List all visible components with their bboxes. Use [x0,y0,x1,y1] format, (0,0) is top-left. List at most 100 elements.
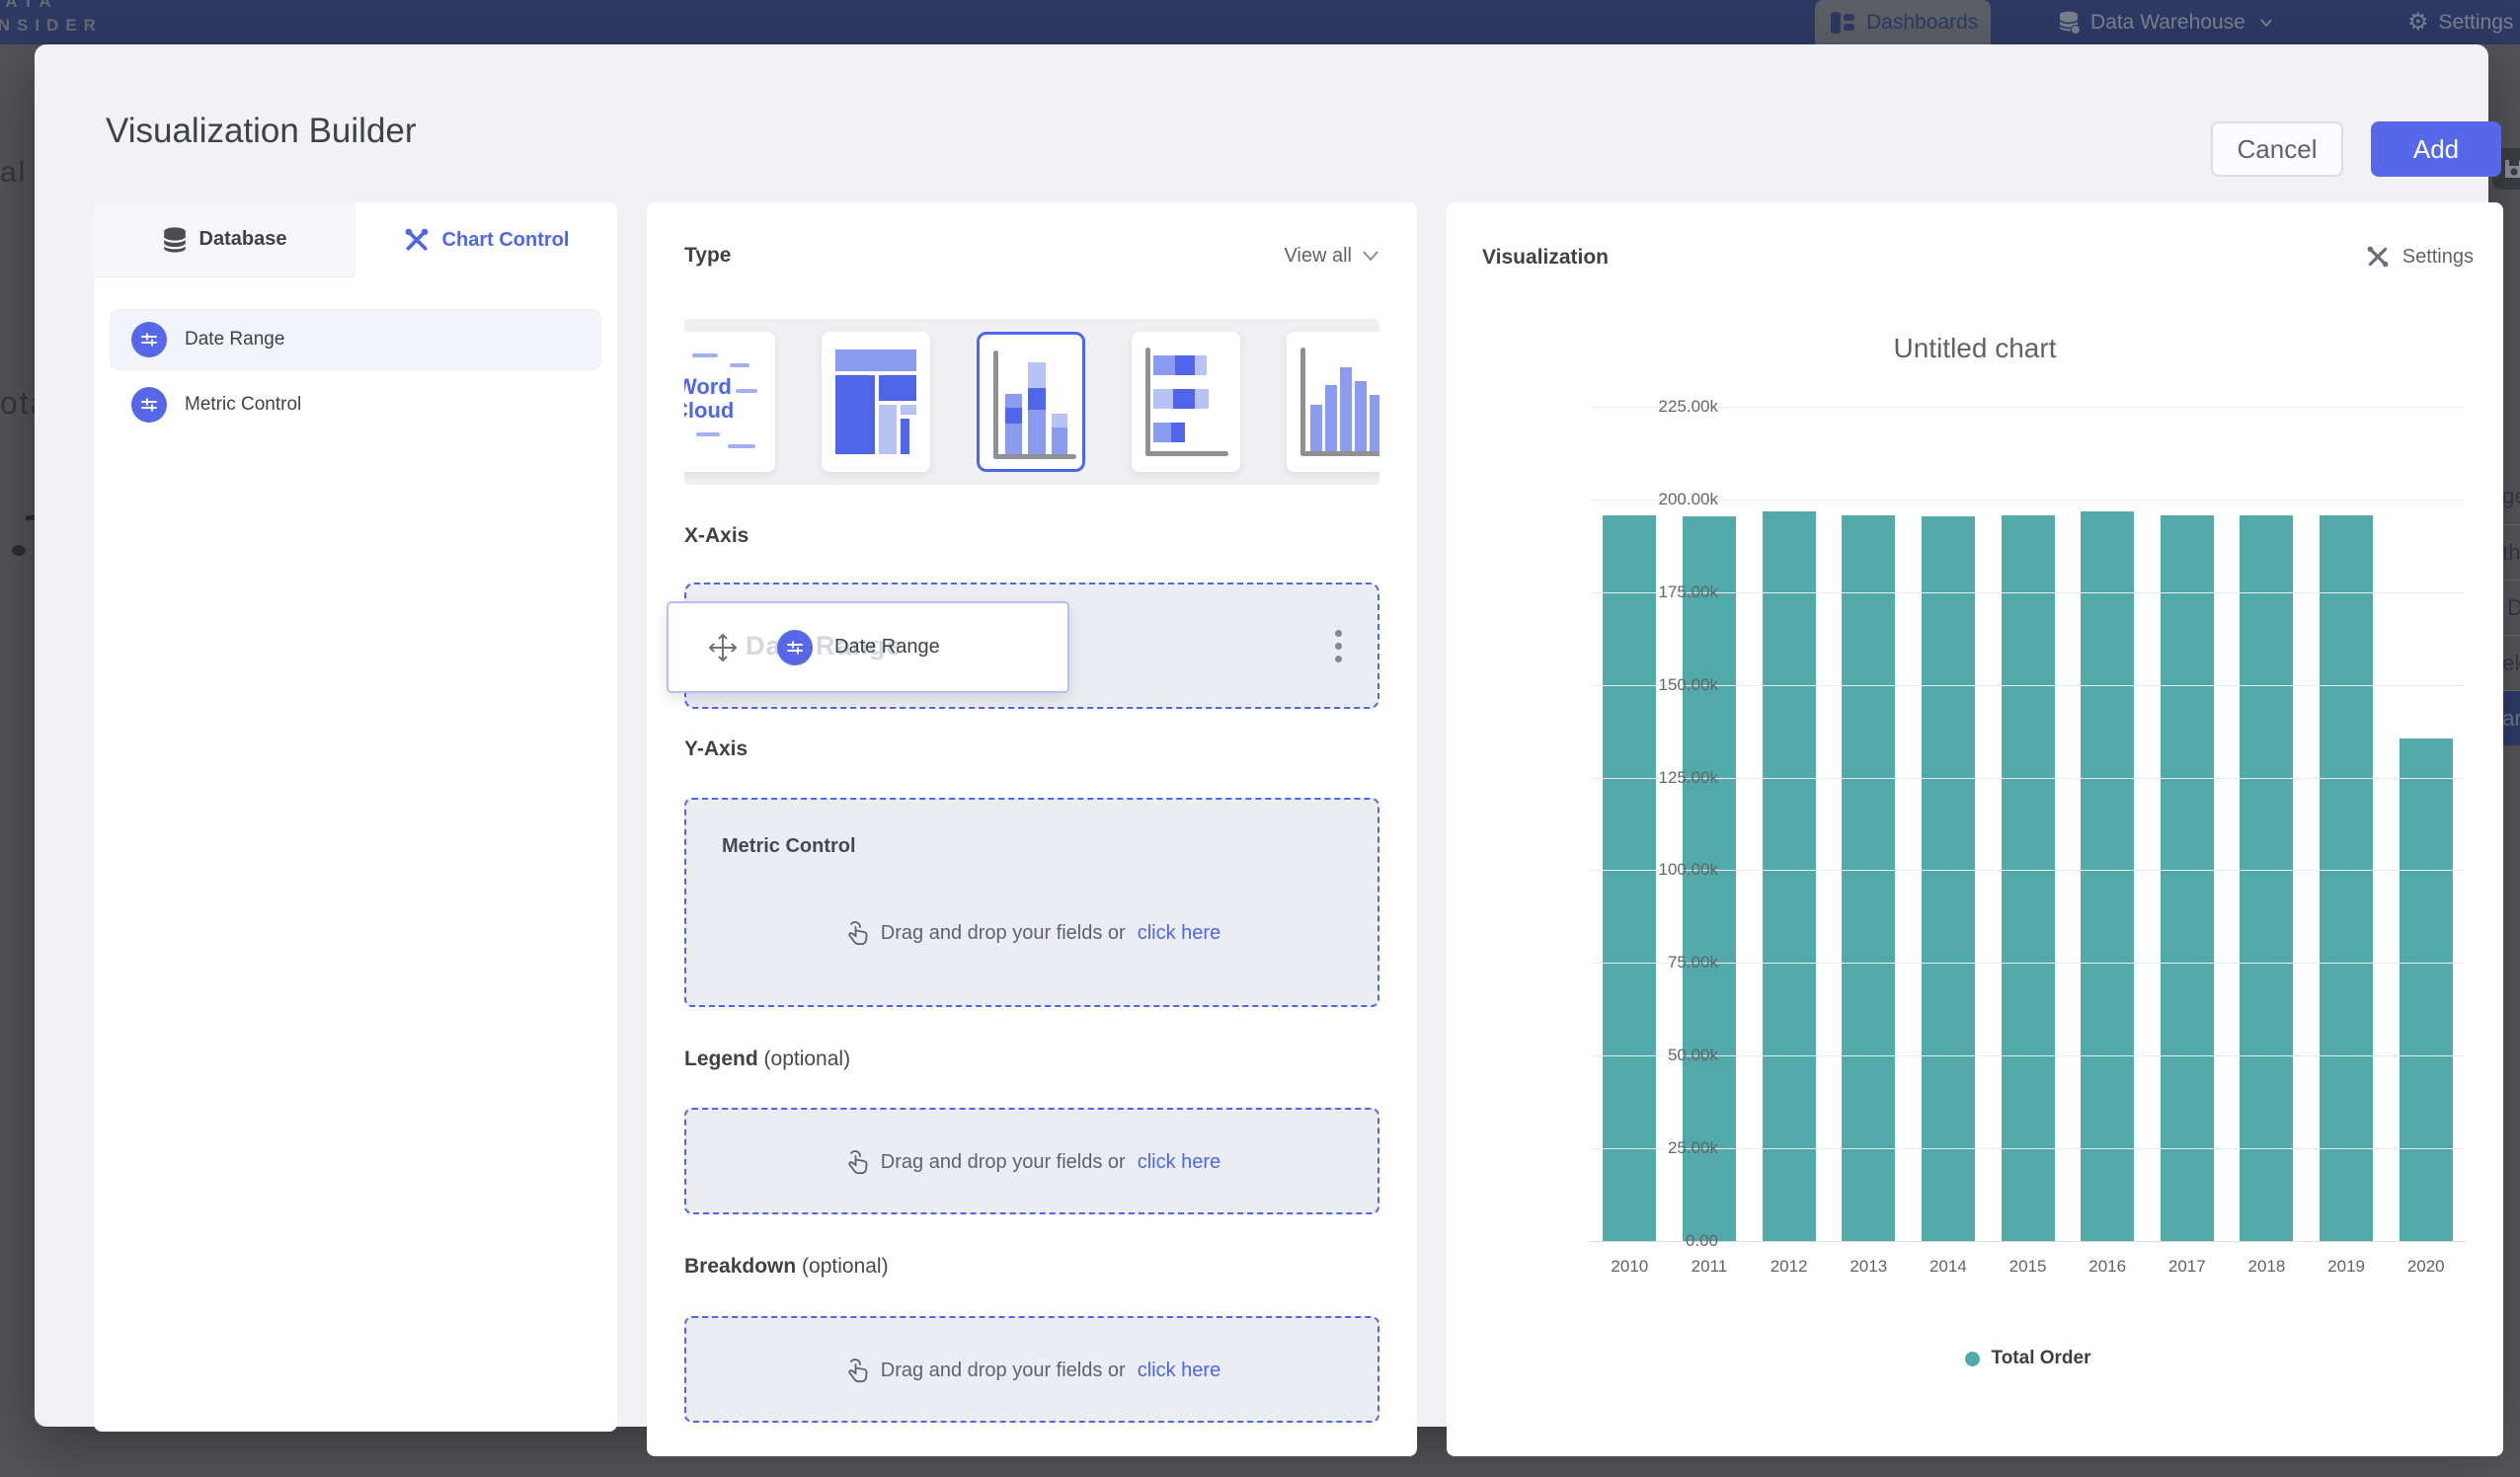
type-card-horizontal-bar[interactable] [1132,332,1240,472]
x-axis-tick-label: 2014 [1909,1257,1989,1277]
control-sliders-icon [131,387,167,423]
nav-item-data-warehouse[interactable]: Data Warehouse [2059,0,2273,44]
nav-item-settings[interactable]: ⚙ Settings [2407,0,2513,44]
x-axis-heading: X-Axis [684,524,748,548]
legend-dropzone[interactable]: Drag and drop your fields or click here [684,1108,1379,1214]
nav-settings-label: Settings [2439,11,2514,35]
visualization-builder-modal: Visualization Builder Cancel Add Databas… [35,44,2488,1427]
dragged-field-date-range[interactable]: Date Range [667,601,1069,693]
bar-2012 [1763,511,1816,1241]
field-item-date-range[interactable]: Date Range [110,309,601,370]
tab-chart-control-label: Chart Control [442,229,570,252]
x-axis-tick-label: 2013 [1829,1257,1909,1277]
y-axis-tick-label: 25.00k [1668,1138,1718,1158]
type-card-stacked-column[interactable] [977,332,1085,472]
bar-slot [1670,407,1750,1241]
hand-click-icon [843,1147,869,1177]
x-axis-tick-label: 2017 [2147,1257,2227,1277]
word-cloud-decoration [692,353,718,357]
save-floppy-icon [2502,157,2520,181]
bar-slot [1749,407,1829,1241]
bar-slot [2147,407,2227,1241]
bar-2013 [1842,515,1895,1241]
click-here-link[interactable]: click here [1138,922,1221,945]
word-cloud-decoration [728,444,755,448]
y-axis-tick-label: 225.00k [1659,397,1719,417]
dashboards-icon [1831,12,1854,34]
y-axis-tick-label: 175.00k [1659,583,1719,602]
type-card-word-cloud[interactable]: Word Cloud [684,332,775,472]
x-axis-tick-label: 2020 [2386,1257,2466,1277]
cancel-button[interactable]: Cancel [2211,121,2343,177]
drop-hint-text: Drag and drop your fields or [881,922,1126,945]
type-card-column-chart[interactable] [1287,332,1379,472]
chart-settings-button[interactable]: Settings [2365,244,2474,270]
y-axis-dropzone[interactable]: Metric Control Drag and drop your fields… [684,798,1379,1007]
chart-gridline [1590,407,2466,408]
background-text-fragment: al [0,156,27,190]
tools-icon [404,227,430,253]
settings-tools-icon [2365,244,2391,270]
bar-slot [2386,407,2466,1241]
control-sliders-icon [131,322,167,357]
chart-gridline [1590,870,2466,871]
chart-x-axis-labels: 2010201120122013201420152016201720182019… [1590,1257,2466,1277]
tab-database-label: Database [199,228,287,251]
chart-gridline [1590,778,2466,779]
chart-legend: Total Order [1590,1348,2466,1369]
add-button[interactable]: Add [2371,121,2501,177]
chart-bars [1590,407,2466,1241]
click-here-link[interactable]: click here [1138,1360,1221,1382]
hand-click-icon [843,1356,869,1385]
bar-2017 [2161,515,2214,1241]
x-axis-dropzone[interactable]: Date Range [684,583,1379,709]
view-all-dropdown[interactable]: View all [1284,245,1379,268]
tab-chart-control[interactable]: Chart Control [355,202,617,277]
y-axis-tick-label: 75.00k [1668,953,1718,972]
breakdown-heading: Breakdown (optional) [684,1255,889,1279]
drop-hint-text: Drag and drop your fields or [881,1151,1126,1174]
field-item-metric-control[interactable]: Metric Control [110,374,601,435]
x-axis-tick-label: 2018 [2227,1257,2307,1277]
chart-gridline [1590,1055,2466,1056]
click-here-link[interactable]: click here [1138,1151,1221,1174]
type-card-treemap[interactable] [822,332,930,472]
logo-line-1: DATA [0,0,103,14]
type-section-title: Type [684,244,731,268]
builder-panel: Type View all Word Cloud [647,202,1417,1456]
nav-item-dashboards[interactable]: Dashboards [1815,0,1991,44]
tab-database[interactable]: Database [94,202,355,277]
word-cloud-word-1: Word [684,375,734,399]
kebab-menu-icon[interactable] [1326,626,1350,665]
view-all-label: View all [1284,245,1352,268]
chart-type-selector: Word Cloud [684,319,1379,485]
database-icon [163,227,187,253]
move-icon [706,631,740,664]
x-axis-tick-label: 2012 [1749,1257,1829,1277]
y-axis-tick-label: 0.00 [1686,1231,1718,1251]
dragged-field-label: Date Range [834,636,940,659]
control-field-list: Date Range Metric Control [94,277,617,435]
bar-2015 [2002,515,2055,1241]
chevron-down-icon [2259,16,2273,30]
chart-gridline [1590,500,2466,501]
y-axis-tick-label: 100.00k [1659,860,1719,880]
x-axis-tick-label: 2015 [1988,1257,2068,1277]
visualization-panel: Visualization Settings Untitled chart 22… [1447,202,2503,1456]
chevron-down-icon [1362,250,1379,262]
chart-gridline [1590,1241,2466,1242]
chart-gridline [1590,685,2466,686]
bar-slot [2068,407,2148,1241]
bar-2010 [1603,515,1656,1241]
y-axis-placeholder-title: Metric Control [722,835,856,858]
database-icon [2059,11,2081,35]
y-axis-heading: Y-Axis [684,738,748,761]
word-cloud-decoration [736,389,757,393]
hand-click-icon [843,918,869,948]
bar-slot [2227,407,2307,1241]
gear-icon: ⚙ [2407,8,2429,37]
breakdown-dropzone[interactable]: Drag and drop your fields or click here [684,1316,1379,1423]
modal-title: Visualization Builder [106,112,417,151]
control-sliders-icon [777,630,813,665]
nav-warehouse-label: Data Warehouse [2090,11,2245,35]
